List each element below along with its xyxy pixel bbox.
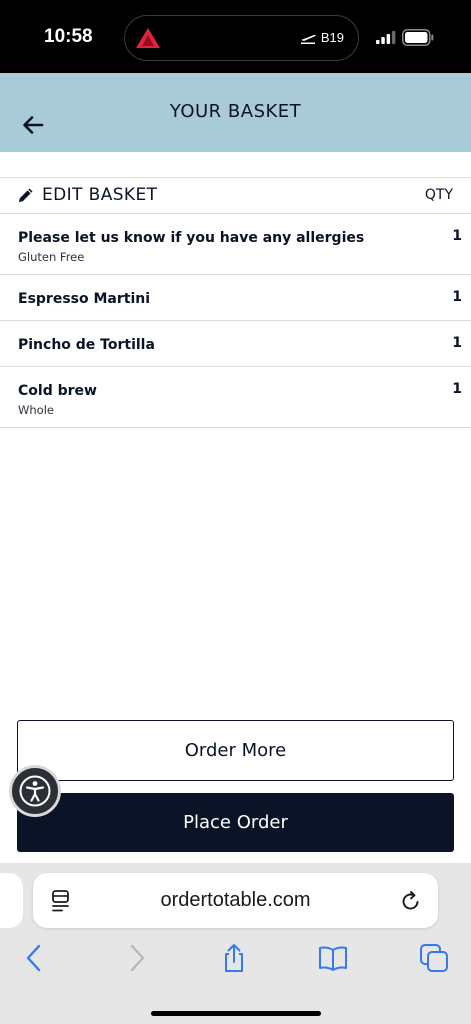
flight-activity: B19 xyxy=(300,30,344,45)
url-text: ordertotable.com xyxy=(160,889,311,911)
edit-basket-label: EDIT BASKET xyxy=(42,185,158,205)
plane-departure-icon xyxy=(300,34,316,44)
pencil-icon xyxy=(19,188,33,202)
home-indicator xyxy=(151,1011,321,1016)
address-bar[interactable]: ordertotable.com xyxy=(33,873,438,928)
basket-item[interactable]: Pincho de Tortilla 1 xyxy=(0,321,471,367)
item-name: Pincho de Tortilla xyxy=(18,337,155,353)
page-title: YOUR BASKET xyxy=(169,101,302,122)
item-name: Please let us know if you have any aller… xyxy=(18,230,365,246)
basket-item[interactable]: Espresso Martini 1 xyxy=(0,275,471,321)
item-detail: Gluten Free xyxy=(18,250,85,264)
qty-column-header: QTY xyxy=(424,187,453,203)
cellular-signal-icon xyxy=(376,31,396,44)
basket-item-list: Please let us know if you have any aller… xyxy=(0,214,471,428)
tabs-icon[interactable] xyxy=(419,943,449,973)
item-detail: Whole xyxy=(18,403,54,417)
previous-tab-peek[interactable] xyxy=(0,873,23,928)
order-more-button[interactable]: Order More xyxy=(17,720,454,781)
item-qty: 1 xyxy=(452,289,462,305)
accessibility-button[interactable] xyxy=(9,765,61,817)
item-qty: 1 xyxy=(452,228,462,244)
edit-basket-button[interactable]: EDIT BASKET xyxy=(17,185,157,205)
battery-icon xyxy=(402,29,434,46)
item-qty: 1 xyxy=(452,381,462,397)
accessibility-icon xyxy=(19,775,51,807)
gate-label: B19 xyxy=(320,30,344,45)
chevron-right-icon[interactable] xyxy=(121,943,151,973)
basket-header-row: EDIT BASKET QTY xyxy=(0,177,471,214)
item-name: Cold brew xyxy=(18,383,97,399)
bookmarks-icon[interactable] xyxy=(318,943,348,973)
place-order-button[interactable]: Place Order xyxy=(17,793,454,852)
basket-item[interactable]: Cold brew Whole 1 xyxy=(0,367,471,428)
item-qty: 1 xyxy=(452,335,462,351)
basket-item[interactable]: Please let us know if you have any aller… xyxy=(0,214,471,275)
reload-icon[interactable] xyxy=(400,889,422,913)
chevron-left-icon[interactable] xyxy=(20,943,50,973)
item-name: Espresso Martini xyxy=(18,291,151,307)
airline-logo-icon xyxy=(136,28,160,48)
browser-toolbar: ordertotable.com xyxy=(0,863,471,1024)
share-icon[interactable] xyxy=(219,943,249,973)
status-time: 10:58 xyxy=(44,26,93,47)
status-bar: 10:58 B19 xyxy=(0,0,471,73)
dynamic-island[interactable]: B19 xyxy=(124,15,359,61)
app-header: YOUR BASKET xyxy=(0,73,471,152)
